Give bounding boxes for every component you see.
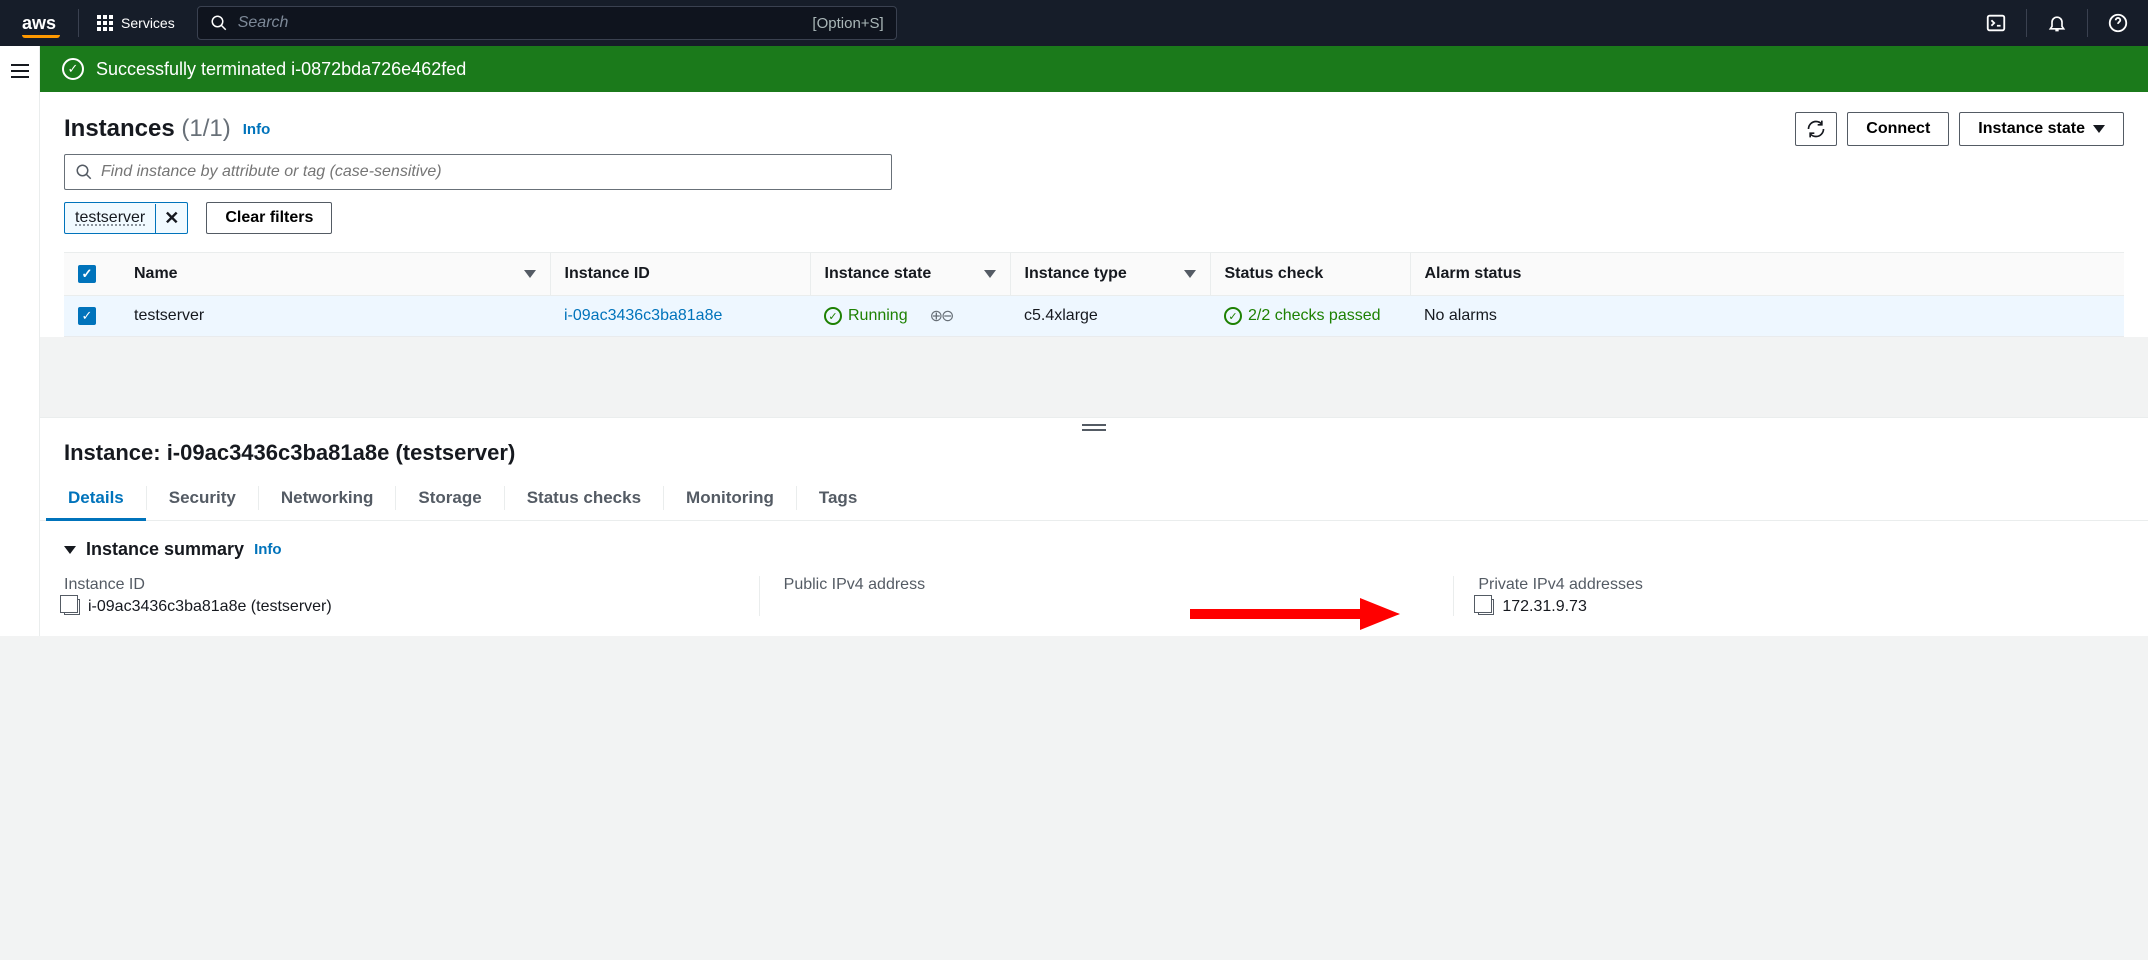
sort-icon <box>984 270 996 278</box>
tab-storage[interactable]: Storage <box>396 476 503 520</box>
field-public-ip: Public IPv4 address <box>759 576 1430 616</box>
help-icon[interactable] <box>2098 3 2138 43</box>
panel-header: Instances (1/1) Info Connect Instance st… <box>64 112 2124 146</box>
cell-state: ✓ Running ⊕⊖ <box>824 306 996 326</box>
divider <box>2087 9 2088 37</box>
left-rail <box>0 46 40 636</box>
topnav-right <box>1976 3 2138 43</box>
field-label: Instance ID <box>64 576 735 594</box>
header-actions: Connect Instance state <box>1795 112 2124 146</box>
col-id[interactable]: Instance ID <box>550 253 810 296</box>
aws-logo[interactable]: aws <box>22 13 56 34</box>
search-icon <box>75 163 93 181</box>
filter-chip-label[interactable]: testserver <box>65 203 155 233</box>
field-label: Public IPv4 address <box>784 576 1430 594</box>
filter-chip: testserver ✕ <box>64 202 188 234</box>
instance-state-label: Instance state <box>1978 120 2085 138</box>
summary-grid: Instance ID i-09ac3436c3ba81a8e (testser… <box>40 566 2148 636</box>
table-gap <box>40 337 2148 417</box>
instances-table: ✓ Name Instance ID Instance state Instan… <box>64 252 2124 337</box>
clear-filters-button[interactable]: Clear filters <box>206 202 332 234</box>
resize-handle[interactable] <box>1082 424 1106 434</box>
services-menu[interactable]: Services <box>89 9 183 37</box>
refresh-icon <box>1806 119 1826 139</box>
tab-details[interactable]: Details <box>46 476 146 520</box>
content: ✓ Successfully terminated i-0872bda726e4… <box>40 46 2148 636</box>
cell-alarm: No alarms <box>1410 296 2124 337</box>
divider <box>2026 9 2027 37</box>
tab-security[interactable]: Security <box>147 476 258 520</box>
col-status[interactable]: Status check <box>1210 253 1410 296</box>
chevron-down-icon <box>2093 125 2105 133</box>
menu-toggle-icon[interactable] <box>11 64 29 636</box>
state-zoom-icons[interactable]: ⊕⊖ <box>930 306 953 326</box>
copy-icon[interactable] <box>64 599 80 615</box>
global-search-input[interactable] <box>238 14 803 32</box>
col-name[interactable]: Name <box>120 253 550 296</box>
info-link[interactable]: Info <box>254 541 282 558</box>
field-value: 172.31.9.73 <box>1478 598 2124 616</box>
col-select: ✓ <box>64 253 120 296</box>
success-banner: ✓ Successfully terminated i-0872bda726e4… <box>40 46 2148 92</box>
banner-message: Successfully terminated i-0872bda726e462… <box>96 59 466 80</box>
refresh-button[interactable] <box>1795 112 1837 146</box>
search-shortcut: [Option+S] <box>812 15 883 32</box>
detail-pane: Instance: i-09ac3436c3ba81a8e (testserve… <box>40 417 2148 636</box>
cell-status: ✓ 2/2 checks passed <box>1224 307 1396 325</box>
check-icon: ✓ <box>1224 307 1242 325</box>
search-icon <box>210 14 228 32</box>
remove-filter-icon[interactable]: ✕ <box>155 204 187 233</box>
sort-icon <box>1184 270 1196 278</box>
divider <box>78 9 79 37</box>
row-checkbox[interactable]: ✓ <box>78 307 96 325</box>
summary-title: Instance summary <box>86 539 244 560</box>
sort-icon <box>524 270 536 278</box>
col-state[interactable]: Instance state <box>810 253 1010 296</box>
filters-row: testserver ✕ Clear filters <box>64 202 2124 234</box>
info-link[interactable]: Info <box>243 121 271 138</box>
col-type[interactable]: Instance type <box>1010 253 1210 296</box>
top-nav: aws Services [Option+S] <box>0 0 2148 46</box>
grid-icon <box>97 15 113 31</box>
select-all-checkbox[interactable]: ✓ <box>78 265 96 283</box>
cloudshell-icon[interactable] <box>1976 3 2016 43</box>
global-search[interactable]: [Option+S] <box>197 6 897 40</box>
tab-networking[interactable]: Networking <box>259 476 396 520</box>
check-circle-icon: ✓ <box>62 58 84 80</box>
connect-button[interactable]: Connect <box>1847 112 1949 146</box>
table-header-row: ✓ Name Instance ID Instance state Instan… <box>64 253 2124 296</box>
instance-id-link[interactable]: i-09ac3436c3ba81a8e <box>564 307 722 324</box>
table-row[interactable]: ✓ testserver i-09ac3436c3ba81a8e ✓ Runni… <box>64 296 2124 337</box>
col-alarm[interactable]: Alarm status <box>1410 253 2124 296</box>
instance-state-button[interactable]: Instance state <box>1959 112 2124 146</box>
tab-tags[interactable]: Tags <box>797 476 879 520</box>
instances-panel: Instances (1/1) Info Connect Instance st… <box>40 92 2148 337</box>
instance-search-input[interactable] <box>101 163 881 181</box>
instance-count: (1/1) <box>181 115 230 142</box>
tab-monitoring[interactable]: Monitoring <box>664 476 796 520</box>
field-private-ip: Private IPv4 addresses 172.31.9.73 <box>1453 576 2124 616</box>
running-icon: ✓ <box>824 307 842 325</box>
cell-name: testserver <box>120 296 550 337</box>
disclosure-icon <box>64 546 76 554</box>
summary-header[interactable]: Instance summary Info <box>40 521 2148 566</box>
field-instance-id: Instance ID i-09ac3436c3ba81a8e (testser… <box>64 576 735 616</box>
field-label: Private IPv4 addresses <box>1478 576 2124 594</box>
main-area: ✓ Successfully terminated i-0872bda726e4… <box>0 46 2148 636</box>
detail-tabs: Details Security Networking Storage Stat… <box>40 476 2148 521</box>
instance-search[interactable] <box>64 154 892 190</box>
cell-type: c5.4xlarge <box>1010 296 1210 337</box>
page-title: Instances (1/1) <box>64 115 231 143</box>
field-value: i-09ac3436c3ba81a8e (testserver) <box>64 598 735 616</box>
tab-status[interactable]: Status checks <box>505 476 663 520</box>
notifications-icon[interactable] <box>2037 3 2077 43</box>
services-label: Services <box>121 15 175 31</box>
copy-icon[interactable] <box>1478 599 1494 615</box>
